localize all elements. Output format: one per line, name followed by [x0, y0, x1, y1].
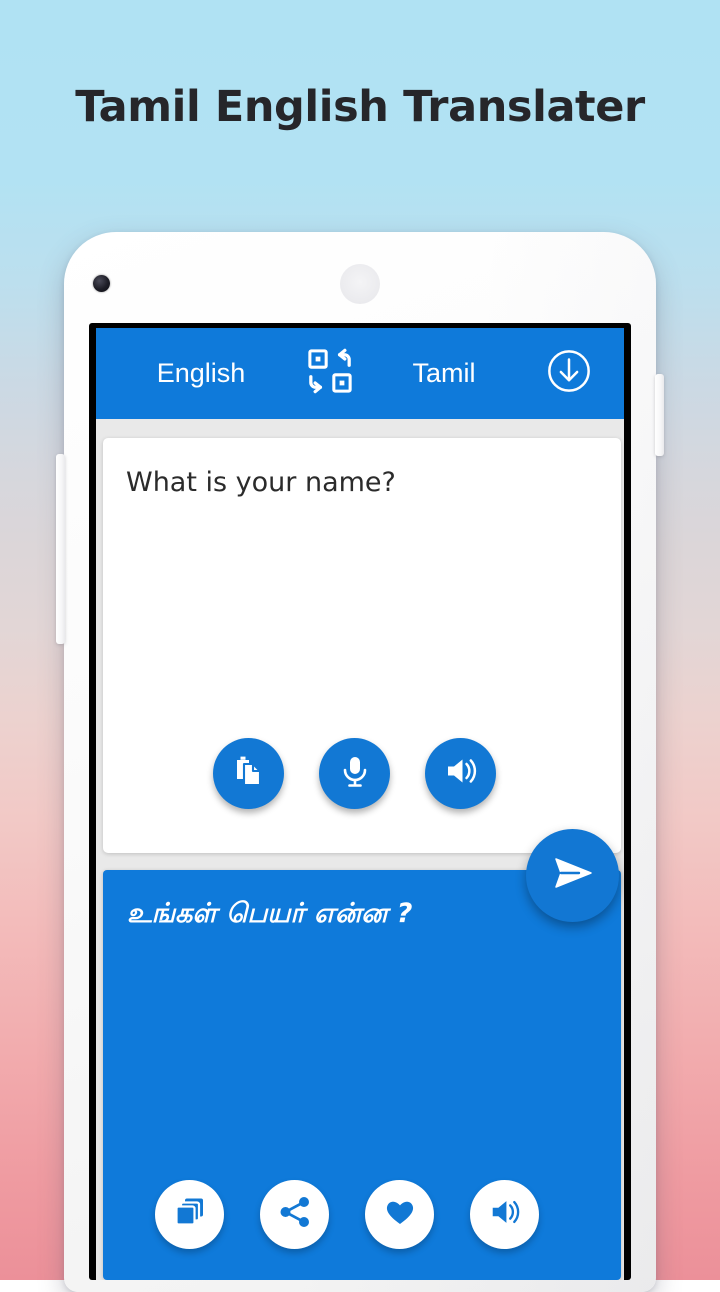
copy-button[interactable]: [155, 1180, 224, 1249]
result-card: உங்கள் பெயர் என்ன ?: [103, 870, 621, 1280]
app-screen: English Tamil What is your name? உங்கள் …: [96, 328, 624, 1280]
paste-button[interactable]: [213, 738, 284, 809]
result-actions-row: [155, 1180, 585, 1249]
speak-result-button[interactable]: [470, 1180, 539, 1249]
volume-button[interactable]: [56, 454, 65, 644]
send-button[interactable]: [526, 829, 619, 922]
source-text-input[interactable]: What is your name?: [126, 465, 601, 500]
swap-languages-button[interactable]: [296, 348, 364, 399]
clipboard-paste-icon: [231, 753, 267, 794]
app-bar: English Tamil: [96, 328, 624, 419]
share-button[interactable]: [260, 1180, 329, 1249]
source-language-selector[interactable]: English: [106, 358, 296, 389]
page-title: Tamil English Translater: [75, 82, 645, 132]
send-paper-plane-icon: [548, 848, 598, 903]
microphone-icon: [337, 753, 373, 794]
favorite-button[interactable]: [365, 1180, 434, 1249]
earpiece-sensor: [340, 264, 380, 304]
input-actions-row: [213, 738, 613, 809]
download-circle-icon: [546, 348, 592, 399]
speaker-icon: [443, 753, 479, 794]
target-language-selector[interactable]: Tamil: [364, 358, 524, 389]
download-languages-button[interactable]: [524, 348, 614, 399]
camera-dot: [93, 275, 110, 292]
heart-icon: [383, 1195, 417, 1234]
speaker-icon: [488, 1195, 522, 1234]
translated-text: உங்கள் பெயர் என்ன ?: [127, 898, 413, 929]
input-card[interactable]: What is your name?: [103, 438, 621, 853]
speak-button[interactable]: [425, 738, 496, 809]
share-icon: [278, 1195, 312, 1234]
mic-button[interactable]: [319, 738, 390, 809]
swap-languages-icon: [307, 348, 353, 399]
copy-stack-icon: [173, 1195, 207, 1234]
power-button[interactable]: [655, 374, 664, 456]
